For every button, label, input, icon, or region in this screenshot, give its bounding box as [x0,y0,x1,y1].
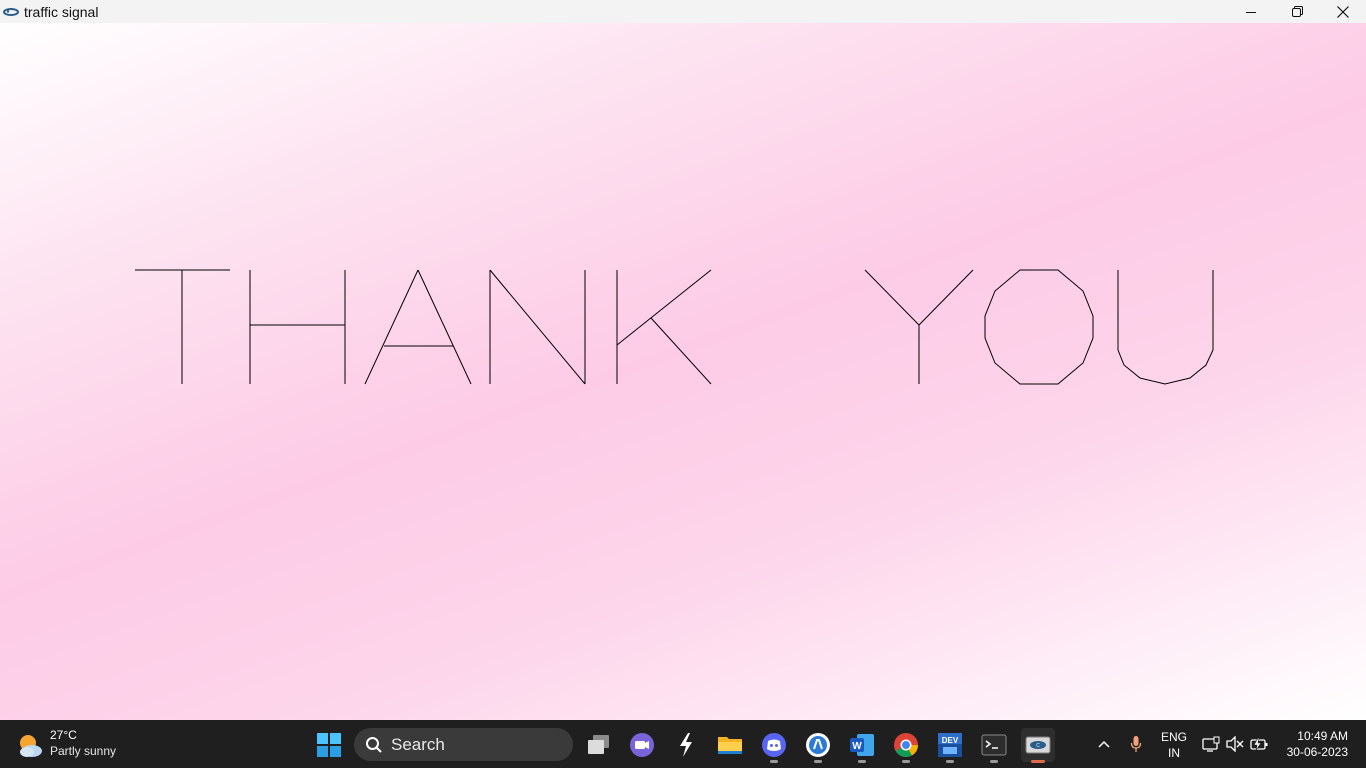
minimize-button[interactable] [1228,0,1274,23]
clock-date: 30-06-2023 [1286,745,1348,759]
running-indicator [814,760,822,763]
app-icon[interactable] [3,4,19,20]
video-chat-icon [630,733,654,757]
svg-text:W: W [852,741,862,752]
input-language-indicator[interactable]: ENG IN [1160,729,1188,761]
microphone-icon [1130,736,1142,752]
chevron-up-icon [1098,740,1110,748]
start-button[interactable] [316,732,342,758]
thank-you-message [135,269,1214,385]
dev-cpp-button[interactable]: DEV [933,728,967,763]
running-indicator [858,760,866,763]
close-button[interactable] [1320,0,1366,23]
restore-icon [1291,6,1303,17]
task-view-button[interactable] [581,728,615,762]
lightning-app-button[interactable] [669,728,703,762]
language-region: IN [1168,746,1180,760]
graphics-canvas[interactable] [0,23,1366,720]
restore-button[interactable] [1274,0,1320,23]
weather-widget[interactable]: 27°C Partly sunny [16,726,146,762]
battery-charging-icon [1250,737,1268,751]
taskbar-search[interactable]: Search [354,728,573,761]
clock-time: 10:49 AM [1297,729,1348,743]
active-indicator [1031,760,1045,763]
weather-temperature: 27°C [50,728,77,742]
partly-sunny-icon [20,735,42,757]
network-button[interactable] [1200,720,1222,768]
language-code: ENG [1160,730,1187,744]
letter-a [364,269,472,385]
discord-icon [762,733,786,757]
search-icon [366,736,382,753]
close-icon [1337,5,1349,18]
weather-condition: Partly sunny [50,744,117,758]
letter-k [616,269,712,385]
turbo-c-button[interactable]: C [1021,728,1055,763]
running-indicator [902,760,910,763]
battery-button[interactable] [1248,720,1270,768]
title-bar: traffic signal [0,0,1366,23]
search-placeholder: Search [391,734,445,754]
clock[interactable]: 10:49 AM 30-06-2023 [1278,728,1348,760]
letter-t [135,269,230,384]
discord-button[interactable] [757,728,791,763]
volume-button[interactable] [1224,720,1246,768]
lightning-icon [680,733,692,757]
word-button[interactable]: W [845,728,879,763]
svg-text:DEV: DEV [942,736,959,745]
folder-icon [718,737,742,754]
chrome-icon [894,733,918,758]
minimize-icon [1246,11,1256,13]
running-indicator [990,760,998,763]
volume-muted-icon [1226,736,1244,752]
show-hidden-icons-button[interactable] [1092,720,1116,768]
letter-u [1117,270,1214,385]
network-icon [1202,736,1220,752]
letter-y [864,269,974,384]
running-indicator [946,760,954,763]
windows-icon [317,733,341,757]
letter-o [984,269,1094,385]
chat-button[interactable] [625,728,659,762]
file-explorer-button[interactable] [713,728,747,762]
microphone-button[interactable] [1124,720,1148,768]
letter-h [249,270,346,384]
chrome-button[interactable] [889,728,923,763]
turbo-c-icon: C [1025,736,1051,754]
svg-text:C: C [1036,743,1040,749]
window-controls [1228,0,1366,23]
running-indicator [770,760,778,763]
terminal-icon [981,734,1007,756]
letter-n [489,269,586,385]
terminal-button[interactable] [977,728,1011,763]
task-view-icon [588,735,609,754]
window-title: traffic signal [24,3,99,20]
signal-app-button[interactable] [801,728,835,763]
signal-icon [806,733,830,757]
dev-cpp-icon: DEV [938,733,962,757]
word-icon: W [850,734,874,756]
